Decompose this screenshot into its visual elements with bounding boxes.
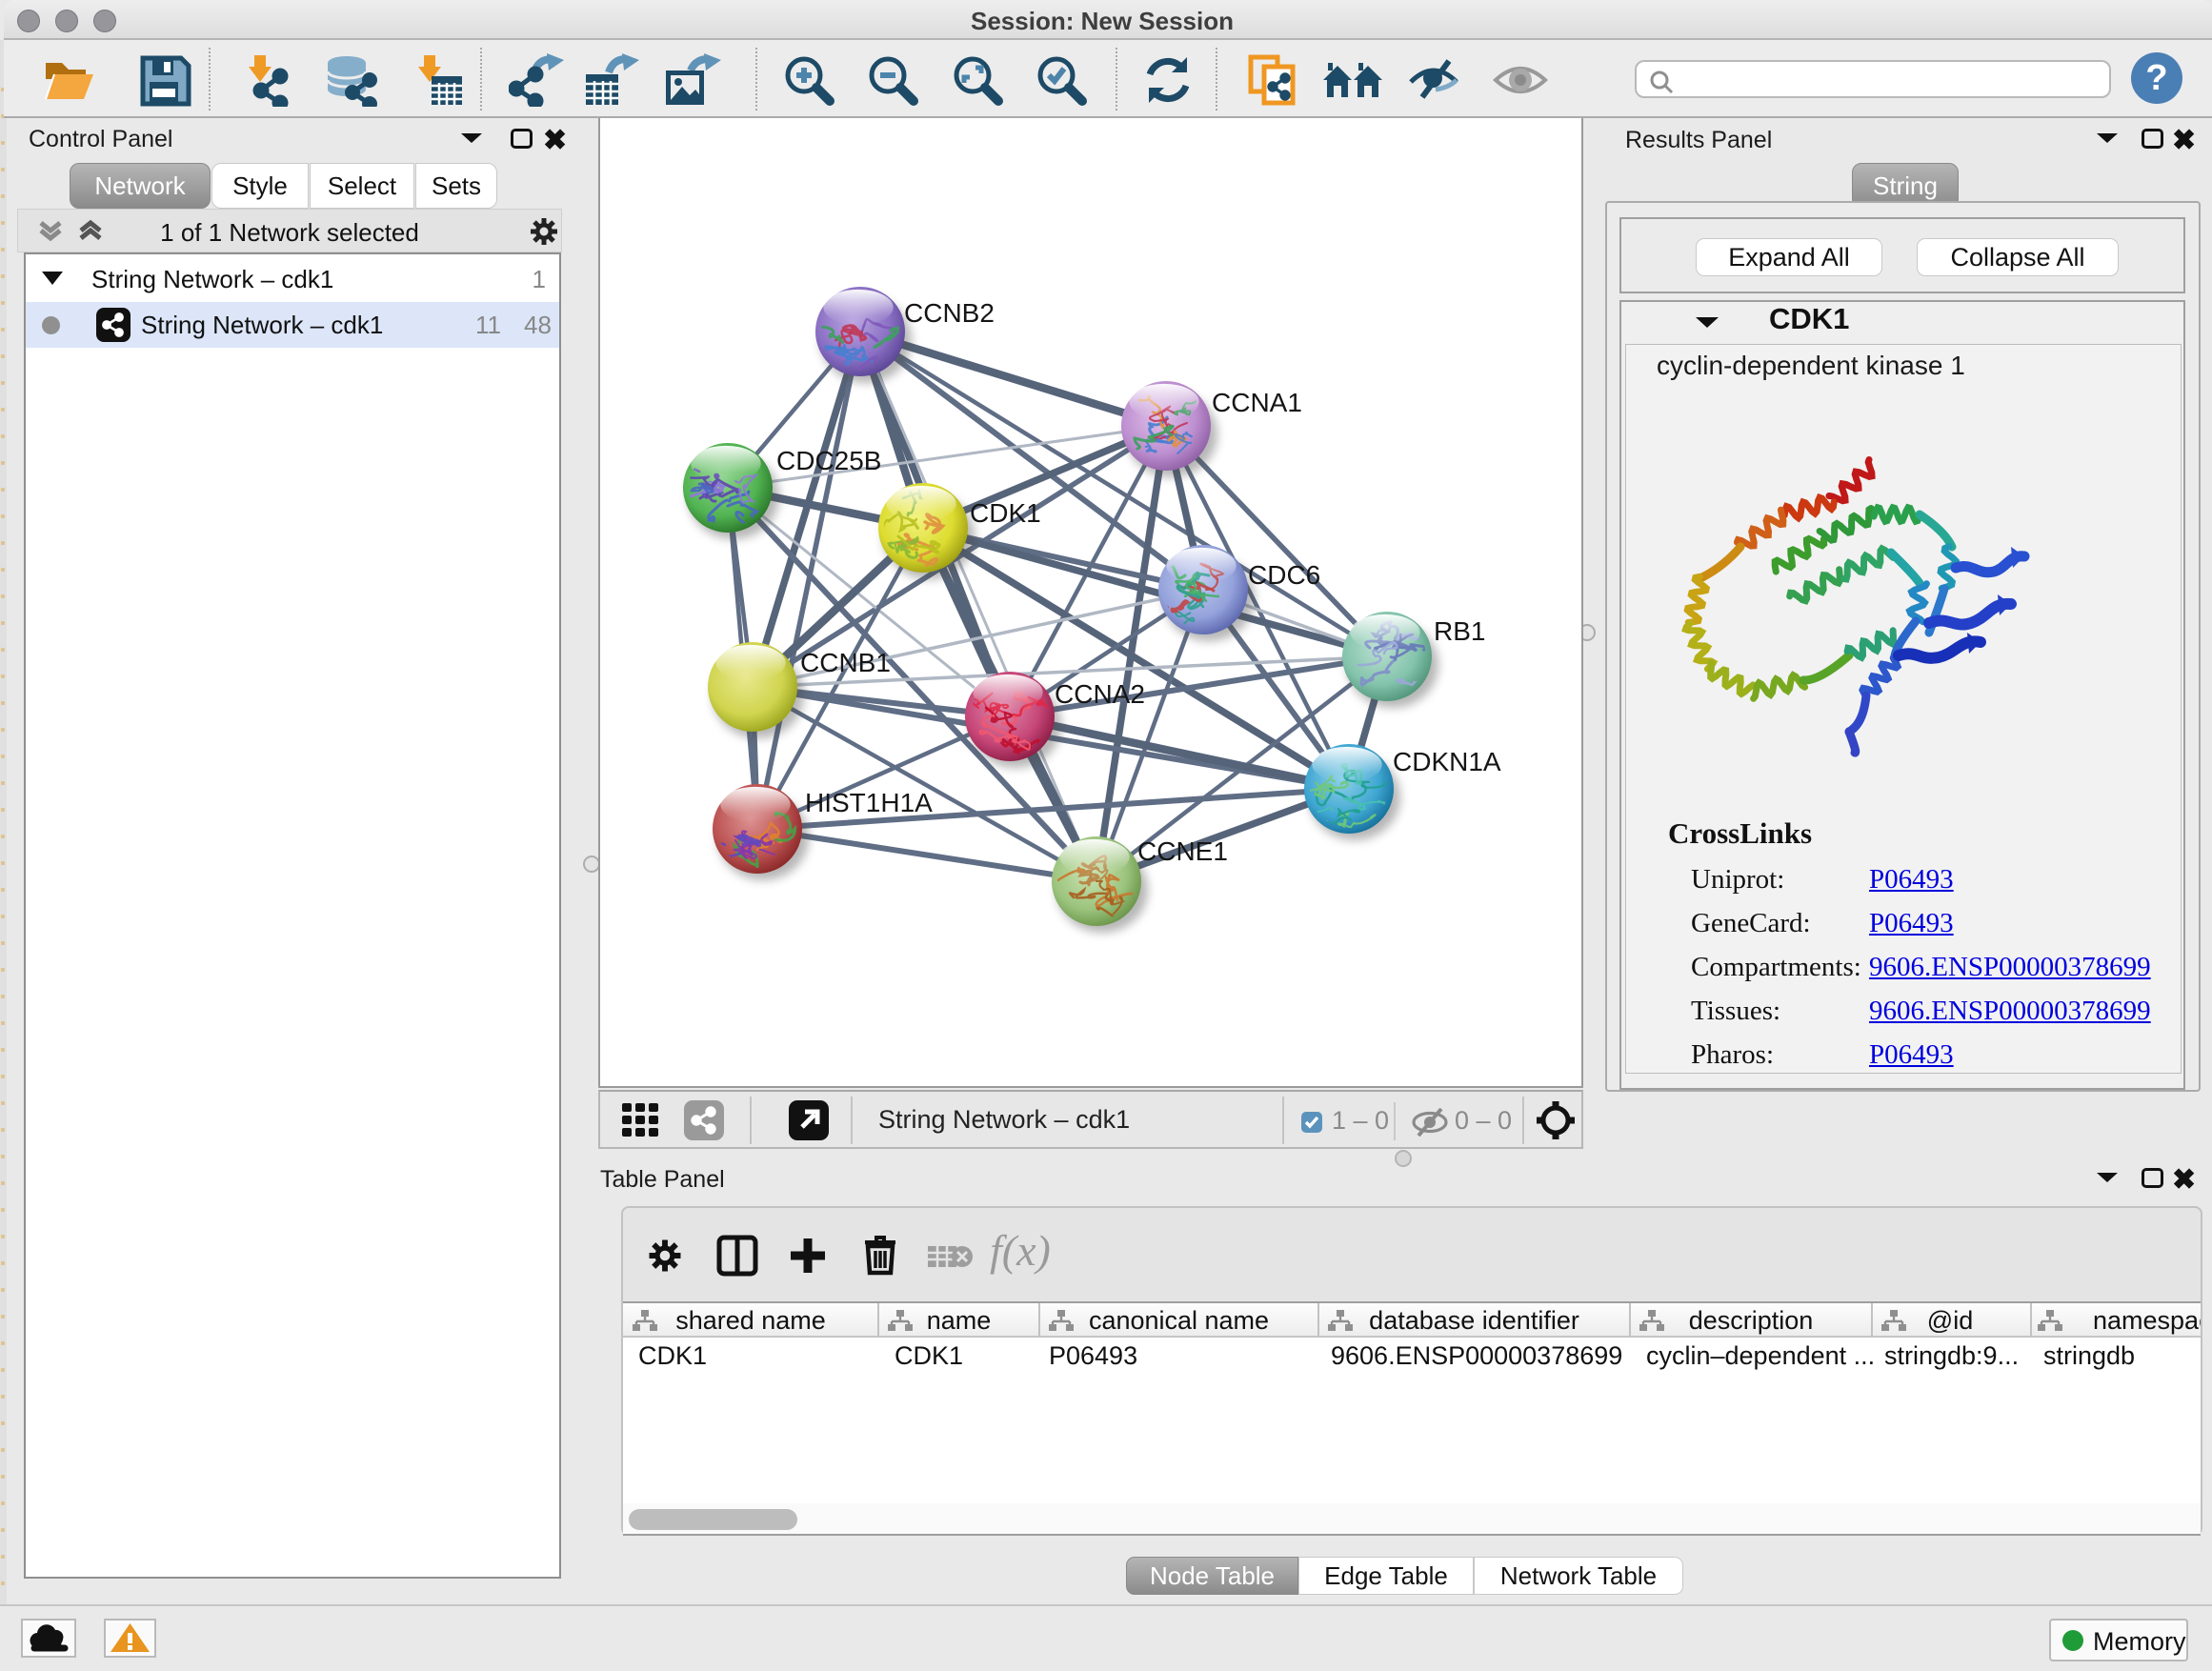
svg-text:CDK1: CDK1 bbox=[970, 498, 1041, 528]
svg-text:CDKN1A: CDKN1A bbox=[1393, 747, 1501, 776]
svg-text:CDC25B: CDC25B bbox=[776, 446, 881, 475]
svg-text:CCNA2: CCNA2 bbox=[1055, 679, 1145, 709]
svg-text:CCNE1: CCNE1 bbox=[1137, 836, 1228, 866]
svg-text:HIST1H1A: HIST1H1A bbox=[805, 788, 933, 817]
svg-text:CCNA1: CCNA1 bbox=[1212, 388, 1302, 417]
svg-text:RB1: RB1 bbox=[1434, 616, 1485, 646]
svg-text:CCNB1: CCNB1 bbox=[800, 648, 891, 677]
svg-text:CDC6: CDC6 bbox=[1248, 560, 1320, 590]
svg-text:CCNB2: CCNB2 bbox=[904, 298, 995, 328]
